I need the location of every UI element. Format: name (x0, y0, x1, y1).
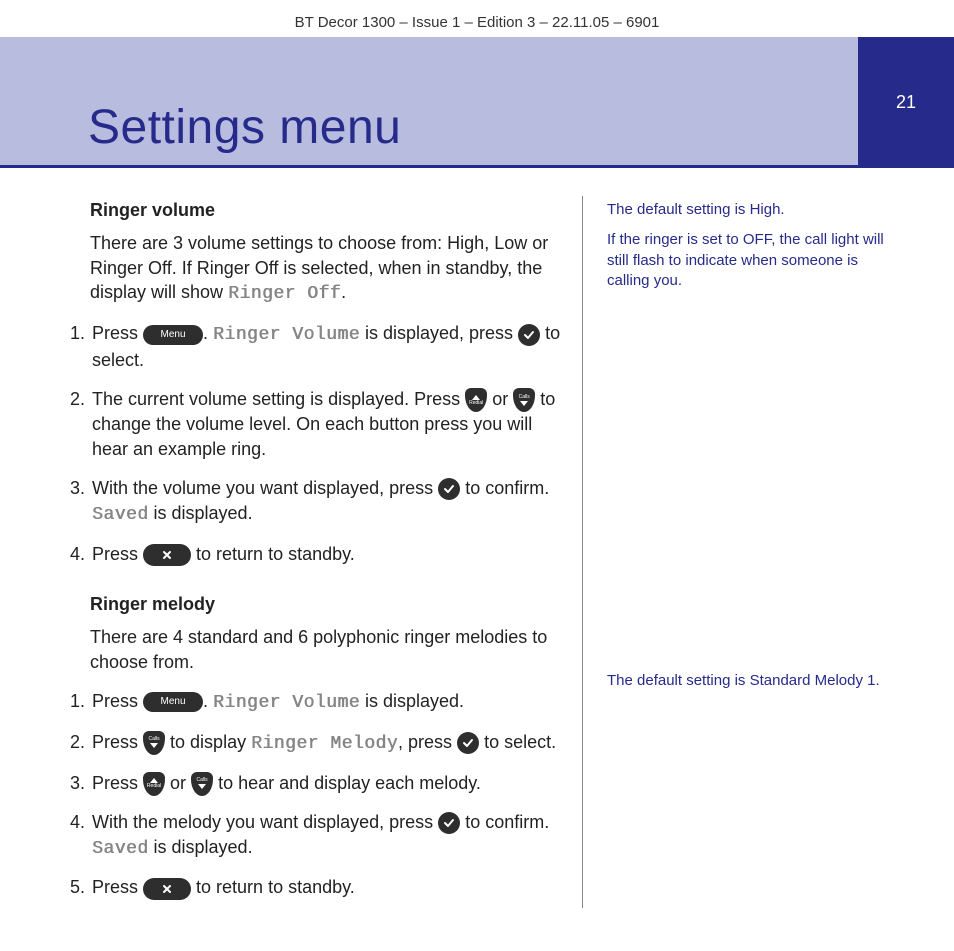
lcd-text: Ringer Off (228, 284, 341, 304)
heading-ringer-melody: Ringer melody (90, 592, 564, 617)
list-item: With the volume you want displayed, pres… (90, 476, 564, 528)
text: , press (398, 732, 457, 752)
text: to return to standby. (196, 877, 355, 897)
text: With the volume you want displayed, pres… (92, 478, 438, 498)
text: . (203, 691, 213, 711)
text: The current volume setting is displayed.… (92, 389, 465, 409)
ok-check-icon (518, 324, 540, 346)
up-redial-icon: Redial (465, 388, 487, 412)
lcd-text: Saved (92, 505, 149, 525)
down-calls-icon: Calls (513, 388, 535, 412)
menu-button-icon: Menu (143, 692, 203, 712)
sidebar-text: The default setting is High. (607, 200, 899, 220)
list-item: Press Redial or Calls to hear and displa… (90, 771, 564, 796)
text: is displayed. (149, 503, 253, 523)
list-item: With the melody you want displayed, pres… (90, 810, 564, 862)
list-item: Press to return to standby. (90, 875, 564, 900)
text: or (170, 773, 191, 793)
lcd-text: Ringer Volume (213, 693, 360, 713)
main-column: Ringer volume There are 3 volume setting… (0, 196, 582, 926)
lcd-text: Ringer Melody (251, 734, 398, 754)
cancel-x-icon (143, 878, 191, 900)
ringer-melody-intro: There are 4 standard and 6 polyphonic ri… (90, 625, 564, 675)
heading-ringer-volume: Ringer volume (90, 198, 564, 223)
text: With the melody you want displayed, pres… (92, 812, 438, 832)
text: Press (92, 773, 143, 793)
sidebar-text: The default setting is Standard Melody 1… (607, 671, 899, 691)
list-item: Press Menu. Ringer Volume is displayed, … (90, 321, 564, 373)
text: Press (92, 877, 143, 897)
cancel-x-icon (143, 544, 191, 566)
ringer-volume-intro: There are 3 volume settings to choose fr… (90, 231, 564, 307)
text: Press (92, 323, 143, 343)
text: . (203, 323, 213, 343)
list-item: Press Calls to display Ringer Melody, pr… (90, 730, 564, 757)
text: to hear and display each melody. (218, 773, 481, 793)
running-header: BT Decor 1300 – Issue 1 – Edition 3 – 22… (0, 0, 954, 31)
ringer-melody-steps: Press Menu. Ringer Volume is displayed. … (62, 689, 564, 900)
list-item: Press Menu. Ringer Volume is displayed. (90, 689, 564, 716)
text: or (492, 389, 513, 409)
text: . (341, 282, 346, 302)
sidebar-note-melody: The default setting is Standard Melody 1… (607, 671, 899, 691)
text: Press (92, 732, 143, 752)
list-item: Press to return to standby. (90, 542, 564, 567)
up-redial-icon: Redial (143, 772, 165, 796)
ok-check-icon (438, 812, 460, 834)
text: is displayed. (149, 837, 253, 857)
ringer-volume-steps: Press Menu. Ringer Volume is displayed, … (62, 321, 564, 566)
text: is displayed, press (360, 323, 518, 343)
sidebar-note-volume: The default setting is High. If the ring… (607, 200, 899, 291)
down-calls-icon: Calls (191, 772, 213, 796)
text: to display (170, 732, 251, 752)
sidebar-text: If the ringer is set to OFF, the call li… (607, 230, 899, 291)
text: is displayed. (360, 691, 464, 711)
menu-button-icon: Menu (143, 325, 203, 345)
text: to return to standby. (196, 544, 355, 564)
page-title: Settings menu (88, 100, 401, 155)
text: to confirm. (465, 478, 549, 498)
down-calls-icon: Calls (143, 731, 165, 755)
text: to select. (484, 732, 556, 752)
title-banner: Settings menu 21 (0, 37, 954, 168)
text: Press (92, 691, 143, 711)
page-number-tab: 21 (858, 37, 954, 168)
text: to confirm. (465, 812, 549, 832)
list-item: The current volume setting is displayed.… (90, 387, 564, 462)
ok-check-icon (438, 478, 460, 500)
ok-check-icon (457, 732, 479, 754)
sidebar-column: The default setting is High. If the ring… (583, 196, 923, 926)
lcd-text: Ringer Volume (213, 325, 360, 345)
text: Press (92, 544, 143, 564)
lcd-text: Saved (92, 839, 149, 859)
